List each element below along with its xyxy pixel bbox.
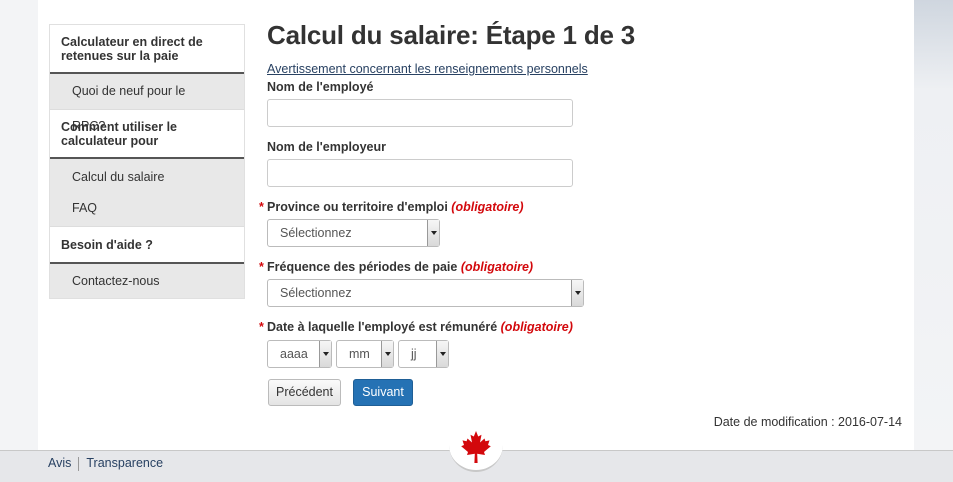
sidebar-heading-help[interactable]: Besoin d'aide ? — [50, 226, 244, 264]
required-note: (obligatoire) — [500, 320, 573, 334]
chevron-down-icon — [427, 220, 439, 246]
previous-button[interactable]: Précédent — [268, 379, 341, 406]
required-star: * — [259, 260, 264, 274]
page-background-left — [0, 0, 38, 450]
pay-date-label-text: Date à laquelle l'employé est rémunéré — [267, 320, 498, 334]
year-select[interactable]: aaaa — [267, 340, 332, 368]
required-star: * — [259, 320, 264, 334]
canada-wordmark-badge — [449, 428, 503, 472]
page-background-right — [914, 0, 953, 450]
sidebar-item-salary-calc[interactable]: Calcul du salaire — [50, 159, 244, 193]
required-star: * — [259, 200, 264, 214]
chevron-down-icon — [571, 280, 583, 306]
chevron-down-icon — [319, 341, 331, 367]
required-note: (obligatoire) — [451, 200, 524, 214]
employee-name-label: Nom de l'employé — [267, 80, 374, 94]
employer-name-input[interactable] — [267, 159, 573, 187]
province-label: * Province ou territoire d'emploi (oblig… — [259, 200, 524, 214]
province-label-text: Province ou territoire d'emploi — [267, 200, 448, 214]
next-button[interactable]: Suivant — [353, 379, 413, 406]
footer-links: Avis Transparence — [48, 456, 170, 471]
year-select-value: aaaa — [280, 347, 308, 361]
sidebar-item-faq[interactable]: FAQ — [50, 193, 244, 226]
frequency-label: * Fréquence des périodes de paie (obliga… — [259, 260, 534, 274]
footer-link-notices[interactable]: Avis — [48, 456, 78, 470]
sidebar-item-cpp-news[interactable]: Quoi de neuf pour le RPC? — [50, 74, 244, 133]
month-select[interactable]: mm — [336, 340, 394, 368]
employer-name-label: Nom de l'employeur — [267, 140, 386, 154]
province-select-value: Sélectionnez — [280, 226, 352, 240]
month-select-value: mm — [349, 347, 370, 361]
chevron-down-icon — [381, 341, 393, 367]
day-select-value: jj — [411, 347, 417, 361]
sidebar-heading-calculator[interactable]: Calculateur en direct de retenues sur la… — [50, 25, 244, 74]
day-select[interactable]: jj — [398, 340, 449, 368]
privacy-notice-link[interactable]: Avertissement concernant les renseigneme… — [267, 62, 588, 76]
required-note: (obligatoire) — [460, 260, 534, 274]
employee-name-input[interactable] — [267, 99, 573, 127]
pay-date-label: * Date à laquelle l'employé est rémunéré… — [259, 320, 573, 334]
footer-link-transparency[interactable]: Transparence — [79, 456, 170, 470]
province-select[interactable]: Sélectionnez — [267, 219, 440, 247]
sidebar-nav: Calculateur en direct de retenues sur la… — [49, 24, 245, 299]
frequency-select-value: Sélectionnez — [280, 286, 352, 300]
pay-frequency-select[interactable]: Sélectionnez — [267, 279, 584, 307]
page-title: Calcul du salaire: Étape 1 de 3 — [267, 20, 636, 50]
sidebar-item-contact[interactable]: Contactez-nous — [50, 264, 244, 298]
maple-leaf-icon — [461, 431, 491, 463]
chevron-down-icon — [436, 341, 448, 367]
frequency-label-text: Fréquence des périodes de paie — [267, 260, 458, 274]
date-modified: Date de modification : 2016-07-14 — [713, 415, 902, 429]
